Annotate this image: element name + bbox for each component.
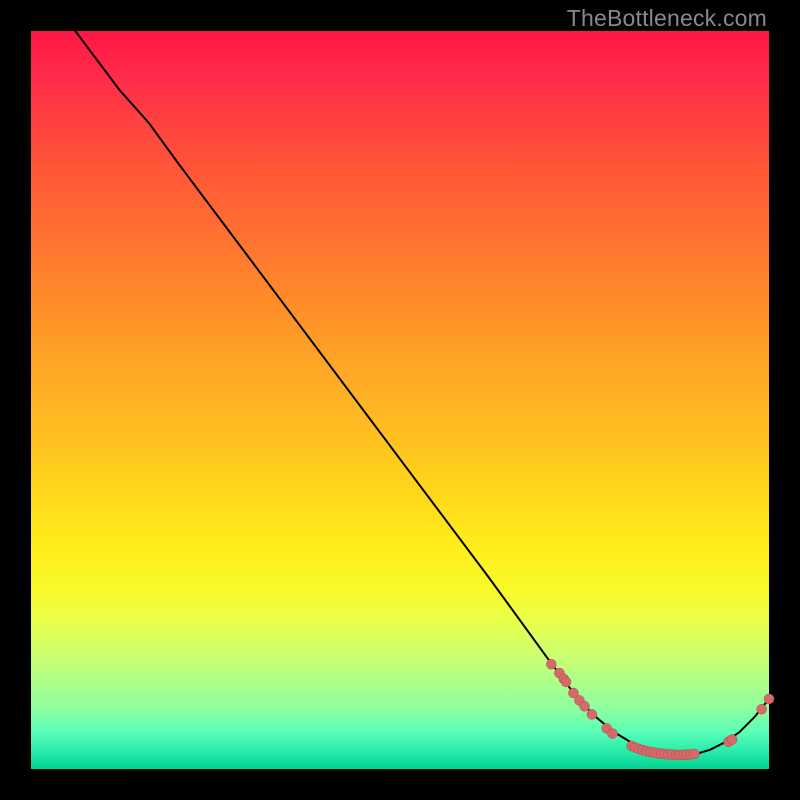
data-point [764, 694, 774, 704]
data-point [727, 734, 737, 744]
chart-overlay [31, 31, 769, 769]
data-point [546, 659, 556, 669]
data-point [580, 701, 590, 711]
curve-line [75, 31, 769, 756]
watermark: TheBottleneck.com [567, 5, 767, 32]
data-point [561, 677, 571, 687]
data-points [546, 659, 774, 760]
data-point [608, 729, 618, 739]
data-point [587, 709, 597, 719]
data-point [689, 749, 699, 759]
data-point [757, 704, 767, 714]
chart-container: TheBottleneck.com [0, 0, 800, 800]
